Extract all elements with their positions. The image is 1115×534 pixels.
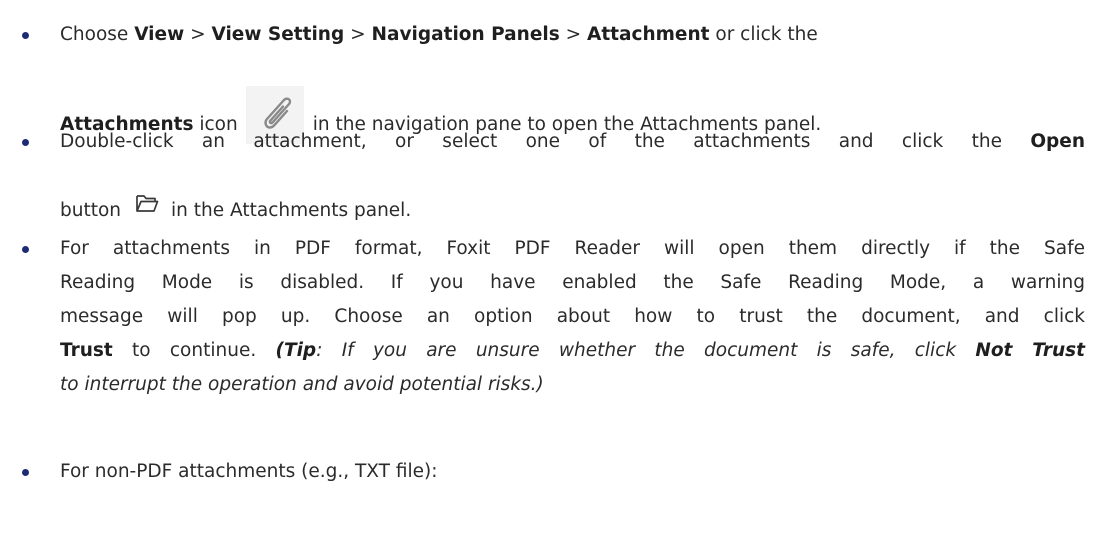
menu-navigation-panels: Navigation Panels (371, 24, 560, 45)
tip-text: to interrupt the operation and avoid pot… (60, 374, 544, 395)
text: Double-click an attachment, or select on… (60, 131, 1002, 152)
tip-paren: ( (275, 340, 284, 361)
text: For non-PDF attachments (e.g., TXT file)… (60, 461, 438, 482)
tip-text: : If you are unsure whether the document… (316, 340, 957, 361)
menu-view-setting: View Setting (211, 24, 345, 45)
menu-separator: > (565, 24, 582, 45)
bullet-icon (22, 469, 29, 476)
tip-note: (Tip: If you are unsure whether the docu… (276, 340, 1085, 361)
text: to continue. (132, 340, 257, 361)
menu-separator: > (350, 24, 366, 45)
text: in the Attachments panel. (171, 200, 412, 221)
step3-line2: Reading Mode is disabled. If you have en… (60, 271, 1085, 295)
text: message will pop up. Choose an option ab… (60, 306, 1085, 327)
menu-attachment: Attachment (587, 24, 710, 45)
text: button (60, 200, 122, 221)
menu-separator: > (190, 24, 206, 45)
text: or click the (715, 24, 818, 45)
not-trust-label: Not Trust (975, 340, 1085, 361)
tip-label: Tip (283, 340, 317, 361)
bullet-icon (22, 139, 29, 146)
bullet-icon (22, 32, 29, 39)
step3-line4: Trust to continue. (Tip: If you are unsu… (60, 339, 1085, 363)
step3-line5: to interrupt the operation and avoid pot… (60, 373, 544, 397)
step2-line1: Double-click an attachment, or select on… (60, 130, 1085, 154)
menu-view: View (134, 24, 185, 45)
step3-line1: For attachments in PDF format, Foxit PDF… (60, 237, 1085, 261)
trust-label: Trust (60, 340, 113, 361)
step4-line1: For non-PDF attachments (e.g., TXT file)… (60, 460, 437, 484)
text: Reading Mode is disabled. If you have en… (60, 272, 1085, 293)
step2-line2: button in the Attachments panel. (60, 192, 411, 223)
text: For attachments in PDF format, Foxit PDF… (60, 238, 1085, 259)
folder-open-icon (136, 195, 159, 212)
step3-line3: message will pop up. Choose an option ab… (60, 305, 1085, 329)
text: Choose (60, 24, 135, 45)
open-label: Open (1030, 131, 1085, 152)
step1-line1: Choose View > View Setting > Navigation … (60, 23, 818, 47)
bullet-icon (22, 246, 29, 253)
